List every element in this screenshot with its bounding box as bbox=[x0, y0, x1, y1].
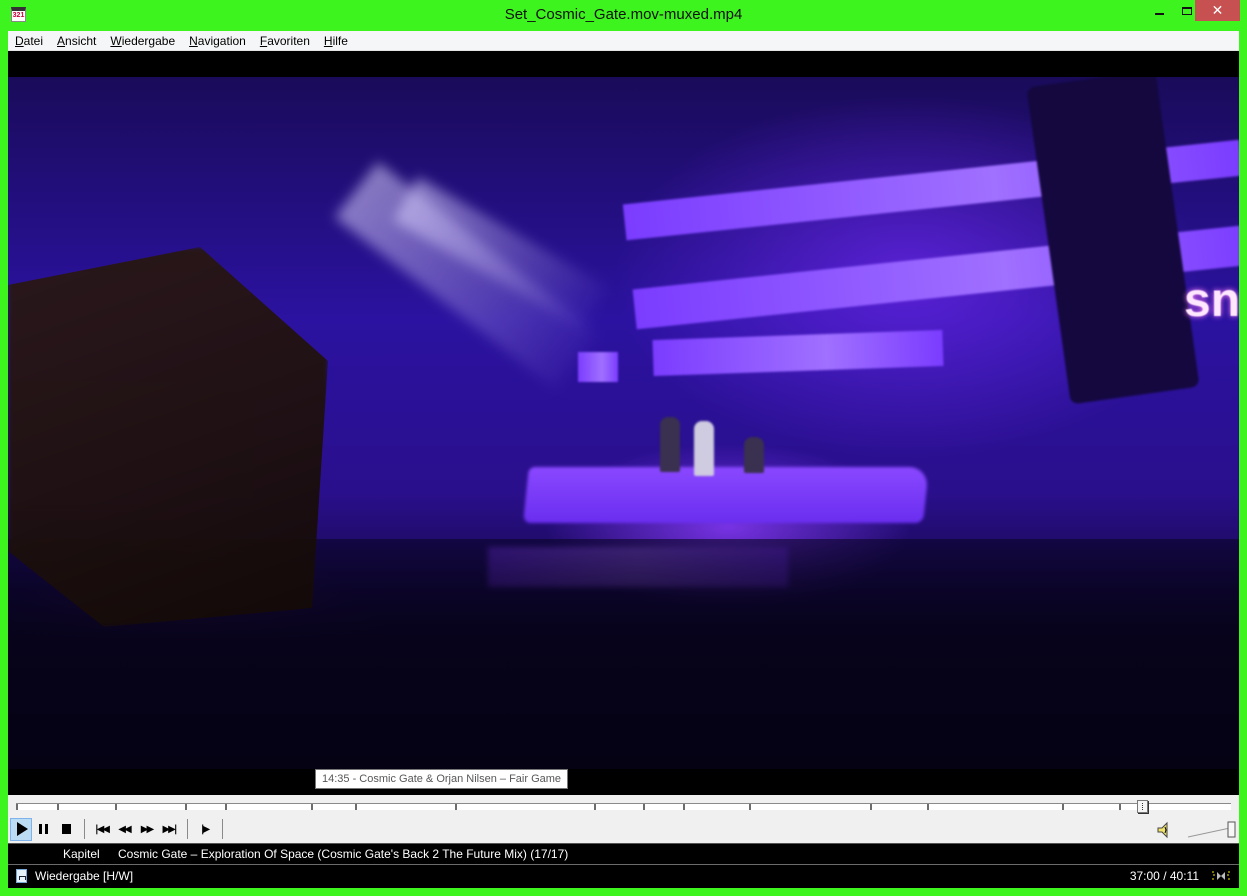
skip-back-icon: |◀◀ bbox=[94, 823, 110, 835]
chapter-mark[interactable] bbox=[749, 804, 751, 810]
minimize-icon bbox=[1154, 12, 1164, 15]
video-area[interactable]: sn 14:35 - Cosmic Gate & Orjan Nilsen – … bbox=[8, 51, 1239, 799]
chapter-info-bar: Kapitel Cosmic Gate – Exploration Of Spa… bbox=[8, 843, 1239, 863]
minimize-button[interactable] bbox=[1145, 0, 1173, 21]
menu-accelerator: D bbox=[15, 33, 24, 48]
title-bar[interactable]: 321 Set_Cosmic_Gate.mov-muxed.mp4 ✕ bbox=[0, 0, 1247, 31]
chapter-mark[interactable] bbox=[16, 804, 18, 810]
status-bar: Wiedergabe [H/W] 37:00 / 40:11 bbox=[8, 864, 1239, 888]
chapter-mark[interactable] bbox=[311, 804, 313, 810]
menu-item-navigation[interactable]: Navigation bbox=[182, 31, 253, 51]
fast-forward-icon: ▶▶ bbox=[140, 823, 154, 835]
skip-forward-icon: ▶▶| bbox=[162, 823, 177, 835]
pause-button[interactable] bbox=[33, 818, 55, 841]
menu-item-ansicht[interactable]: Ansicht bbox=[50, 31, 103, 51]
chapter-mark[interactable] bbox=[455, 804, 457, 810]
status-text: Wiedergabe [H/W] bbox=[35, 869, 134, 883]
chapter-mark[interactable] bbox=[185, 804, 187, 810]
stop-button[interactable] bbox=[55, 818, 77, 841]
foreground-rig bbox=[8, 247, 328, 627]
chapter-label: Kapitel bbox=[63, 847, 100, 861]
volume-slider[interactable] bbox=[1186, 821, 1236, 839]
menu-item-datei[interactable]: Datei bbox=[8, 31, 50, 51]
seek-bar[interactable] bbox=[16, 800, 1231, 813]
dj-person bbox=[660, 417, 680, 472]
chapter-mark[interactable] bbox=[355, 804, 357, 810]
playback-toolbar: |◀◀ ◀◀ ▶▶ ▶▶| |▶ bbox=[10, 817, 229, 841]
chapter-mark[interactable] bbox=[870, 804, 872, 810]
time-display[interactable]: 37:00 / 40:11 bbox=[1130, 865, 1199, 887]
chapter-mark[interactable] bbox=[225, 804, 227, 810]
chapter-mark[interactable] bbox=[643, 804, 645, 810]
client-area: Datei Ansicht Wiedergabe Navigation Favorite… bbox=[8, 31, 1239, 888]
frame-step-button[interactable]: |▶ bbox=[194, 818, 216, 841]
chapter-mark[interactable] bbox=[1062, 804, 1064, 810]
pause-icon bbox=[39, 824, 48, 834]
media-player-window: 321 Set_Cosmic_Gate.mov-muxed.mp4 ✕ Date… bbox=[0, 0, 1247, 896]
stage-light-band bbox=[578, 352, 618, 382]
hw-decoding-icon bbox=[1212, 871, 1230, 880]
menu-bar: Datei Ansicht Wiedergabe Navigation Favorite… bbox=[8, 31, 1239, 51]
close-icon: ✕ bbox=[1211, 2, 1224, 18]
frame-step-icon: |▶ bbox=[200, 823, 210, 835]
playback-status-icon bbox=[16, 869, 27, 883]
menu-accelerator: N bbox=[189, 33, 198, 48]
speaker-stack bbox=[1026, 77, 1200, 405]
volume-thumb bbox=[1227, 821, 1236, 838]
stop-icon bbox=[61, 824, 71, 834]
toolbar-separator bbox=[83, 819, 85, 839]
chapter-mark[interactable] bbox=[927, 804, 929, 810]
menu-accelerator: H bbox=[323, 33, 333, 48]
menu-accelerator: W bbox=[110, 33, 122, 48]
dj-person bbox=[744, 437, 764, 473]
window-title: Set_Cosmic_Gate.mov-muxed.mp4 bbox=[504, 6, 743, 23]
chapter-mark[interactable] bbox=[57, 804, 59, 810]
dj-booth bbox=[523, 467, 929, 523]
play-button[interactable] bbox=[10, 817, 32, 841]
play-icon bbox=[16, 822, 28, 836]
fast-forward-button[interactable]: ▶▶ bbox=[136, 818, 158, 841]
seek-thumb[interactable] bbox=[1137, 800, 1148, 813]
close-button[interactable]: ✕ bbox=[1195, 0, 1240, 21]
rewind-button[interactable]: ◀◀ bbox=[113, 818, 135, 841]
menu-accelerator: F bbox=[259, 33, 268, 48]
chapter-value: Cosmic Gate – Exploration Of Space (Cosm… bbox=[118, 847, 569, 861]
toolbar-separator bbox=[222, 819, 223, 839]
previous-button[interactable]: |◀◀ bbox=[91, 818, 113, 841]
speaker-icon[interactable] bbox=[1156, 821, 1172, 839]
menu-item-favoriten[interactable]: Favoriten bbox=[253, 31, 317, 51]
toolbar-separator bbox=[186, 819, 188, 839]
video-frame: sn bbox=[8, 77, 1239, 769]
chapter-tooltip: 14:35 - Cosmic Gate & Orjan Nilsen – Fai… bbox=[315, 769, 569, 789]
controls-panel: |◀◀ ◀◀ ▶▶ ▶▶| |▶ bbox=[8, 795, 1239, 843]
maximize-icon bbox=[1182, 6, 1192, 15]
dj-person bbox=[694, 421, 714, 476]
next-button[interactable]: ▶▶| bbox=[158, 818, 180, 841]
chapter-mark[interactable] bbox=[594, 804, 596, 810]
chapter-mark[interactable] bbox=[115, 804, 117, 810]
chapter-mark[interactable] bbox=[683, 804, 685, 810]
stage-light-band bbox=[652, 329, 944, 377]
menu-item-hilfe[interactable]: Hilfe bbox=[317, 31, 355, 51]
menu-item-wiedergabe[interactable]: Wiedergabe bbox=[103, 31, 182, 51]
menu-accelerator: A bbox=[57, 33, 66, 48]
stage-sign: sn bbox=[1184, 274, 1239, 327]
rewind-icon: ◀◀ bbox=[118, 823, 131, 835]
chapter-mark[interactable] bbox=[1119, 804, 1121, 810]
